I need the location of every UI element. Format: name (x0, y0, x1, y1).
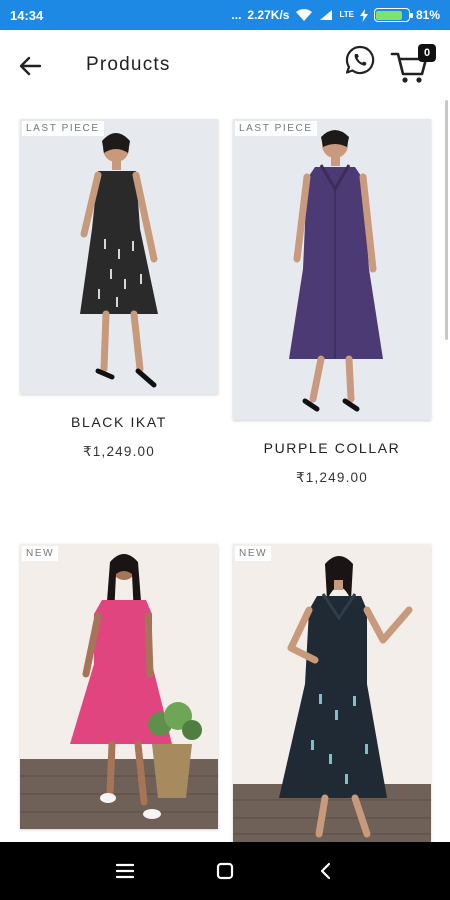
product-card[interactable]: NEW (233, 544, 431, 844)
home-button[interactable] (211, 857, 239, 885)
product-tag: NEW (22, 546, 59, 561)
network-speed: 2.27K/s (247, 8, 290, 22)
signal-icon (319, 9, 333, 21)
dress-photo (233, 544, 431, 844)
back-button[interactable] (14, 52, 46, 80)
arrow-left-icon (19, 56, 42, 76)
product-name[interactable]: PURPLE COLLAR (233, 440, 431, 456)
scrollbar[interactable] (445, 100, 448, 340)
whatsapp-icon (345, 45, 375, 75)
dress-photo (20, 544, 218, 829)
product-card[interactable]: NEW (20, 544, 218, 829)
dress-photo (20, 119, 218, 394)
product-name[interactable]: BLACK IKAT (20, 414, 218, 430)
product-card[interactable]: LAST PIECE PURPLE COLLAR ₹1,249.00 (233, 119, 431, 486)
status-dots: ... (231, 8, 242, 22)
system-nav-bar (0, 842, 450, 900)
product-price: ₹1,249.00 (83, 444, 155, 459)
product-tag: LAST PIECE (235, 121, 317, 136)
lte-label: LTE (339, 10, 354, 19)
status-icons: ... 2.27K/s LTE 81% (231, 8, 440, 22)
status-bar: 14:34 ... 2.27K/s LTE 81% (0, 0, 450, 30)
product-price: ₹1,249.00 (296, 470, 368, 485)
cart-count-badge: 0 (418, 44, 436, 62)
product-image[interactable]: LAST PIECE (233, 119, 431, 420)
product-tag: LAST PIECE (22, 121, 104, 136)
battery-percent: 81% (415, 8, 440, 22)
app-bar: Products 0 (0, 30, 450, 102)
product-card[interactable]: LAST PIECE BLACK IKAT ₹1,249.00 (20, 119, 218, 460)
wifi-icon (295, 8, 313, 22)
battery-fill (376, 10, 402, 20)
square-home-icon (216, 862, 234, 880)
battery-icon (373, 8, 413, 22)
product-image[interactable]: LAST PIECE (20, 119, 218, 394)
back-nav-button[interactable] (311, 857, 339, 885)
charging-icon (359, 8, 368, 22)
status-time: 14:34 (10, 7, 44, 23)
chevron-left-icon (320, 862, 331, 880)
product-tag: NEW (235, 546, 272, 561)
menu-icon (116, 863, 134, 879)
recent-apps-button[interactable] (111, 857, 139, 885)
dress-photo (233, 119, 431, 420)
product-image[interactable]: NEW (233, 544, 431, 844)
cart-button[interactable]: 0 (390, 44, 436, 84)
product-image[interactable]: NEW (20, 544, 218, 829)
page-title: Products (86, 54, 171, 75)
whatsapp-button[interactable] (344, 44, 378, 78)
